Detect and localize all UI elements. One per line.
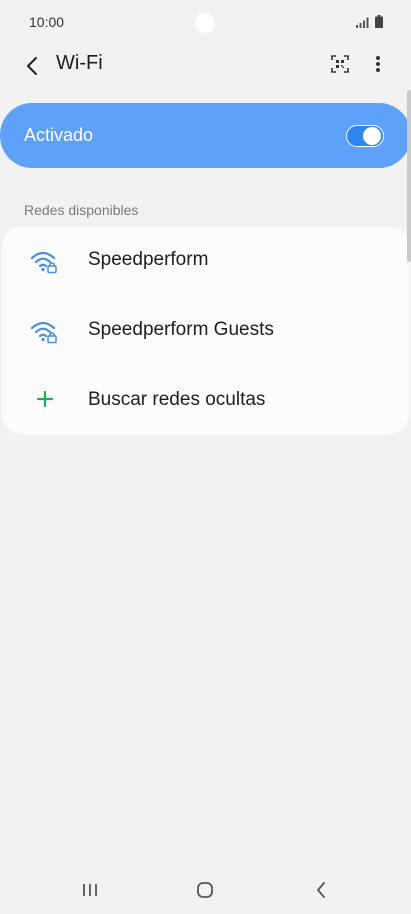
more-vert-icon [376, 56, 380, 72]
network-list: Speedperform Speedperform Guests Buscar … [2, 226, 409, 434]
battery-icon [375, 15, 383, 28]
home-icon [197, 882, 213, 898]
search-hidden-networks-item[interactable]: Buscar redes ocultas [2, 366, 409, 436]
network-label: Speedperform [88, 249, 209, 270]
wifi-switch[interactable] [346, 125, 384, 147]
page-title: Wi-Fi [56, 52, 103, 74]
network-label: Speedperform Guests [88, 319, 274, 340]
back-button[interactable] [16, 50, 48, 82]
wifi-toggle-label: Activado [24, 125, 94, 145]
recent-apps-button[interactable] [75, 876, 105, 904]
nav-back-icon [317, 882, 325, 898]
wifi-secured-icon [30, 321, 57, 344]
qr-scan-icon [331, 55, 349, 73]
home-button[interactable] [190, 876, 220, 904]
switch-knob [363, 127, 381, 145]
more-options-button[interactable] [363, 49, 393, 79]
wifi-master-toggle[interactable]: Activado [0, 103, 411, 168]
section-header-available-networks: Redes disponibles [24, 202, 139, 218]
plus-icon [36, 390, 54, 408]
scrollbar[interactable] [407, 90, 411, 262]
status-icons [356, 15, 383, 28]
recent-apps-icon [83, 884, 97, 896]
status-bar: 10:00 [0, 0, 411, 44]
search-hidden-networks-label: Buscar redes ocultas [88, 389, 266, 410]
signal-icon [356, 17, 369, 28]
wifi-secured-icon [30, 251, 57, 274]
network-item-speedperform[interactable]: Speedperform [2, 226, 409, 296]
qr-scan-button[interactable] [325, 49, 355, 79]
status-time: 10:00 [29, 14, 65, 30]
navigation-bar [0, 866, 411, 914]
network-item-speedperform-guests[interactable]: Speedperform Guests [2, 296, 409, 366]
camera-cutout [195, 13, 215, 33]
back-arrow-icon [27, 57, 37, 75]
app-header: Wi-Fi [0, 44, 411, 84]
nav-back-button[interactable] [306, 876, 336, 904]
